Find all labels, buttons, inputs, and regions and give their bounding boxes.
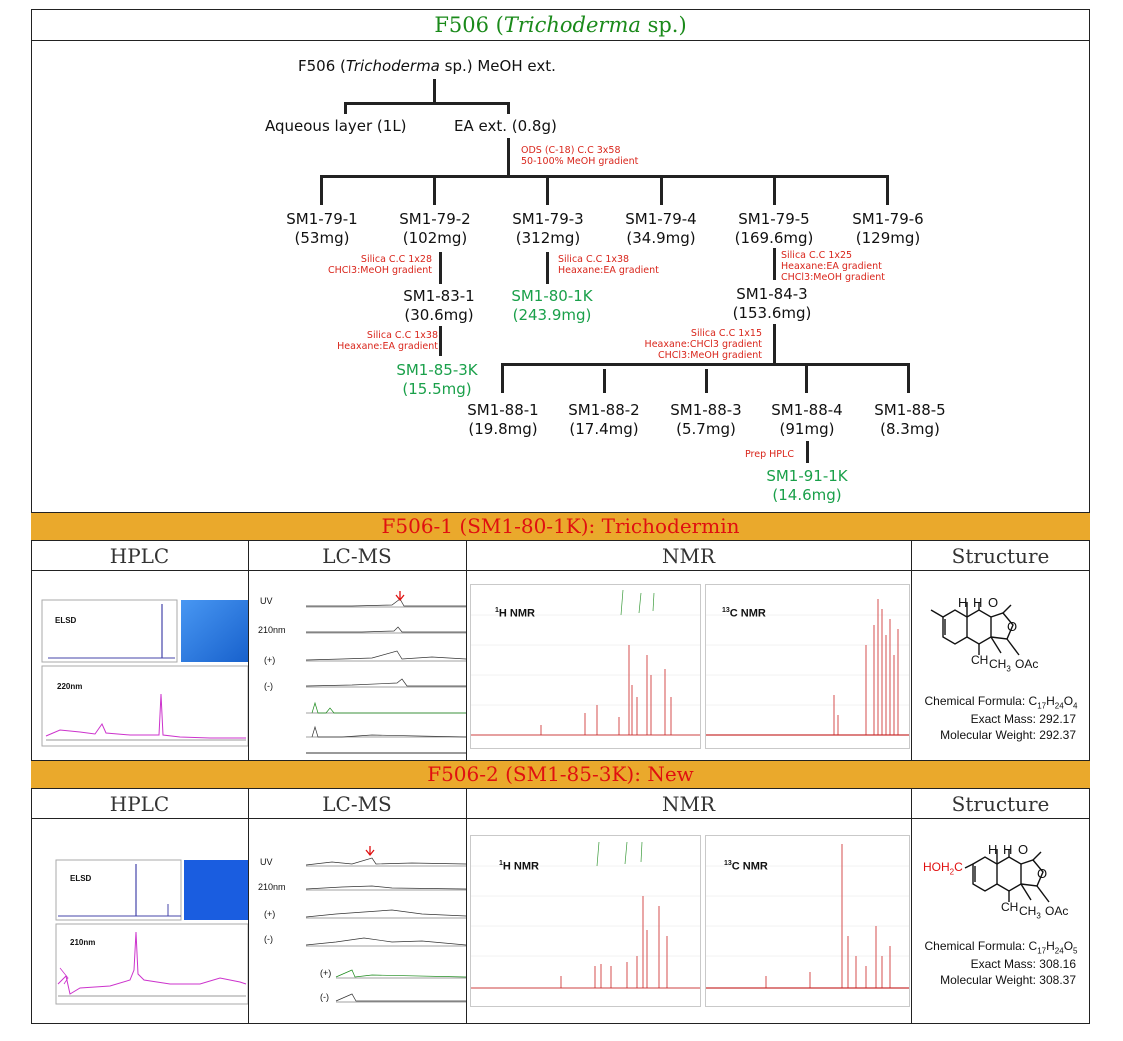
compound2-lcms-pos: (+) xyxy=(264,909,276,919)
compound1-h1: H xyxy=(958,595,968,610)
compound1-ch: CH xyxy=(971,653,989,667)
compound1-lcms-210nm: 210nm xyxy=(258,625,286,635)
compound1-hplc-chromatogram: ELSD 220nm xyxy=(40,598,248,748)
compound1-lcms-header: LC-MS xyxy=(248,541,466,571)
compound1-h2: H xyxy=(973,595,983,610)
fraction-sm1-88-5: SM1-88-5 (8.3mg) xyxy=(874,401,946,438)
compound1-oac: OAc xyxy=(1015,657,1039,671)
compound2-13c-nmr-label: 13C NMR xyxy=(724,860,768,873)
compound1-hplc-header: HPLC xyxy=(31,541,248,571)
compound1-o1: O xyxy=(988,595,999,610)
compound1-lcms-traces xyxy=(305,591,466,754)
compound1-lcms-uv: UV xyxy=(260,596,273,606)
fraction-sm1-79-1: SM1-79-1 (53mg) xyxy=(286,210,358,247)
compound1-lcms-neg: (-) xyxy=(264,681,273,691)
compound1-elsd-label: ELSD xyxy=(55,616,77,625)
compound2-lcms-header: LC-MS xyxy=(248,789,466,819)
compound1-13c-nmr-label: 13C NMR xyxy=(722,607,766,620)
root-extract: F506 (Trichoderma sp.) MeOH ext. xyxy=(298,57,556,75)
ea-extract: EA ext. (0.8g) xyxy=(454,117,557,135)
compound1-ch3: CH3 xyxy=(989,657,1011,674)
compound2-hoh2c: HOH2C xyxy=(923,860,963,877)
aqueous-layer: Aqueous layer (1L) xyxy=(265,117,407,135)
fraction-sm1-88-2: SM1-88-2 (17.4mg) xyxy=(568,401,640,438)
fraction-sm1-88-1: SM1-88-1 (19.8mg) xyxy=(467,401,539,438)
compound1-band: F506-1 (SM1-80-1K): Trichodermin xyxy=(31,512,1090,541)
fraction-sm1-88-4: SM1-88-4 (91mg) xyxy=(771,401,843,438)
compound2-structure-header: Structure xyxy=(911,789,1090,819)
condition-79-5: Silica C.C 1x25 Heaxane:EA gradient CHCl3:… xyxy=(781,250,885,283)
compound2-1h-nmr-spectrum: 1H NMR xyxy=(470,835,701,1007)
fraction-sm1-79-3: SM1-79-3 (312mg) xyxy=(512,210,584,247)
compound1-o2: O xyxy=(1007,619,1018,634)
compound2-molecular-weight: Molecular Weight: 308.37 xyxy=(940,973,1076,987)
condition-83-1: Silica C.C 1x38 Heaxane:EA gradient xyxy=(337,330,438,352)
compound2-nmr-header: NMR xyxy=(466,789,911,819)
compound2-elsd-label: ELSD xyxy=(70,874,92,883)
compound1-lcms-chromatogram: UV 210nm (+) (-) xyxy=(252,585,466,755)
compound2-o1: O xyxy=(1018,842,1029,857)
condition-prep-hplc: Prep HPLC xyxy=(745,449,794,460)
compound1-structure: H H O O CH CH3 OAc Chemical Formula: C17… xyxy=(915,575,1087,759)
compound2-lcms-chromatogram: UV 210nm (+) (-) (+) (-) xyxy=(252,842,466,1014)
fraction-sm1-79-4: SM1-79-4 (34.9mg) xyxy=(625,210,697,247)
compound-sm1-91-1k: SM1-91-1K (14.6mg) xyxy=(766,467,848,504)
compound2-uv-label: 210nm xyxy=(70,938,96,947)
compound2-lcms-traces xyxy=(305,846,466,1003)
compound1-exact-mass: Exact Mass: 292.17 xyxy=(970,712,1076,726)
condition-84-3: Silica C.C 1x15 Heaxane:CHCl3 gradient CHC… xyxy=(644,328,762,361)
compound2-lcms-210nm: 210nm xyxy=(258,882,286,892)
fraction-sm1-79-2: SM1-79-2 (102mg) xyxy=(399,210,471,247)
compound2-o2: O xyxy=(1037,866,1048,881)
compound2-ch3: CH3 xyxy=(1019,904,1041,921)
compound2-lcms-pos2: (+) xyxy=(320,968,332,978)
compound2-hplc-header: HPLC xyxy=(31,789,248,819)
fraction-sm1-84-3: SM1-84-3 (153.6mg) xyxy=(732,285,812,322)
compound2-lcms-neg2: (-) xyxy=(320,992,329,1002)
fraction-sm1-79-6: SM1-79-6 (129mg) xyxy=(852,210,924,247)
compound1-nmr-header: NMR xyxy=(466,541,911,571)
compound2-exact-mass: Exact Mass: 308.16 xyxy=(970,957,1076,971)
compound2-lcms-neg: (-) xyxy=(264,934,273,944)
fraction-sm1-79-5: SM1-79-5 (169.6mg) xyxy=(734,210,814,247)
compound1-lcms-pos: (+) xyxy=(264,655,276,665)
compound1-uv-label: 220nm xyxy=(57,682,83,691)
compound1-structure-header: Structure xyxy=(911,541,1090,571)
figure-title: F506 (Trichoderma sp.) xyxy=(31,9,1090,41)
compound1-molecular-weight: Molecular Weight: 292.37 xyxy=(940,728,1076,742)
compound2-structure: HOH2C H H O O CH CH3 OAc Chemical Formul… xyxy=(915,822,1087,1022)
compound2-ch: CH xyxy=(1001,900,1019,914)
fraction-sm1-88-3: SM1-88-3 (5.7mg) xyxy=(670,401,742,438)
compound2-oac: OAc xyxy=(1045,904,1069,918)
compound1-13c-nmr-spectrum: 13C NMR xyxy=(705,584,910,749)
compound2-lcms-uv: UV xyxy=(260,857,273,867)
condition-79-3: Silica C.C 1x38 Heaxane:EA gradient xyxy=(558,254,659,276)
compound1-1h-nmr-spectrum: 1H NMR xyxy=(470,584,701,749)
compound-sm1-85-3k: SM1-85-3K (15.5mg) xyxy=(396,361,478,398)
compound2-h2: H xyxy=(1003,842,1013,857)
compound2-h1: H xyxy=(988,842,998,857)
condition-ods: ODS (C-18) C.C 3x58 50-100% MeOH gradient xyxy=(521,145,639,167)
compound2-13c-nmr-spectrum: 13C NMR xyxy=(705,835,910,1007)
compound1-1h-nmr-label: 1H NMR xyxy=(495,607,535,620)
compound-sm1-80-1k: SM1-80-1K (243.9mg) xyxy=(511,287,593,324)
compound2-band: F506-2 (SM1-85-3K): New xyxy=(31,760,1090,789)
fraction-sm1-83-1: SM1-83-1 (30.6mg) xyxy=(403,287,475,324)
condition-79-2: Silica C.C 1x28 CHCl3:MeOH gradient xyxy=(328,254,432,276)
compound2-1h-nmr-label: 1H NMR xyxy=(499,860,539,873)
compound2-hplc-chromatogram: ELSD 210nm xyxy=(40,858,248,1006)
